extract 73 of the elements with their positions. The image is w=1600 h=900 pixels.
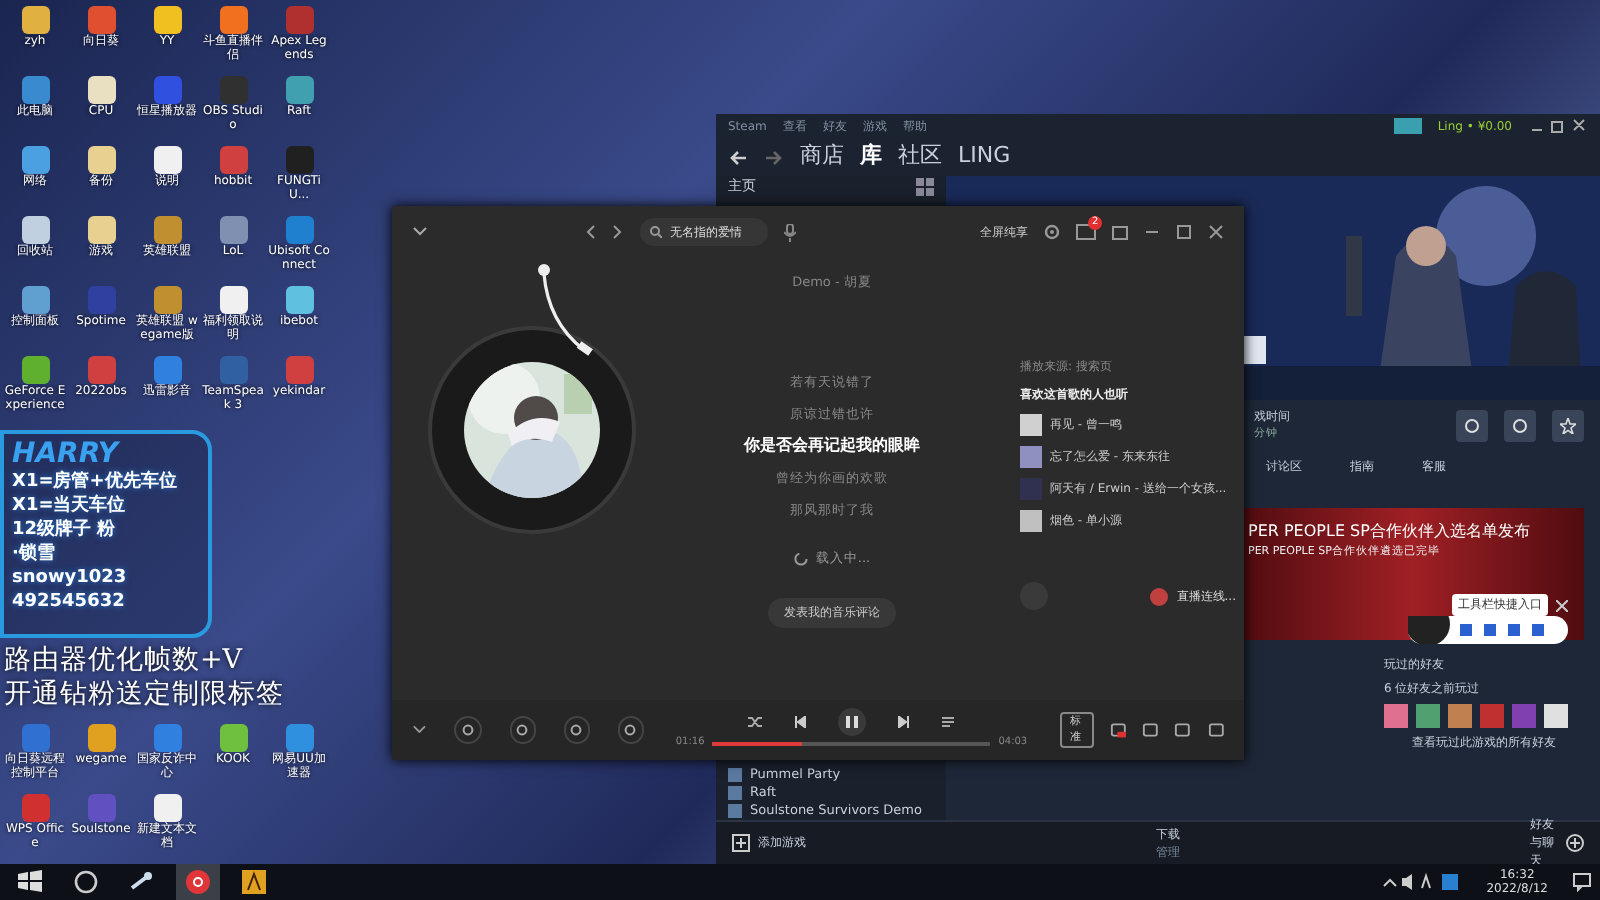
previous-icon[interactable] xyxy=(794,716,807,729)
download-button[interactable] xyxy=(509,716,536,744)
notification-button[interactable] xyxy=(1393,118,1422,134)
avatar-icon xyxy=(1150,587,1169,605)
desktop-icon[interactable] xyxy=(21,6,49,34)
news-title: PER PEOPLE SP合作伙伴入选名单发布 xyxy=(1248,520,1530,545)
desktop-icon[interactable] xyxy=(87,146,115,174)
desktop-icon[interactable] xyxy=(153,6,181,34)
promo-banner-text: 开通钻粉送定制限标签 xyxy=(4,678,284,712)
friend-avatar[interactable] xyxy=(1384,704,1408,729)
settings-button[interactable] xyxy=(1456,409,1488,442)
desktop-icon[interactable] xyxy=(153,146,181,174)
desktop-icon[interactable] xyxy=(87,216,115,244)
shuffle-icon[interactable] xyxy=(748,716,763,729)
promo-line: 12级牌子 粉 xyxy=(12,518,118,542)
settings-icon xyxy=(1464,417,1480,434)
desktop-icon[interactable] xyxy=(87,76,115,104)
friend-avatar[interactable] xyxy=(1416,704,1440,729)
share-button[interactable] xyxy=(563,716,590,744)
star-button[interactable] xyxy=(1552,409,1584,442)
collapse-icon[interactable] xyxy=(412,724,427,736)
promo-title: HARRY xyxy=(12,438,122,470)
toolbar-icons-drawing[interactable] xyxy=(1408,616,1568,644)
promo-line: X1=当天车位 xyxy=(12,494,128,518)
window-controls-icon[interactable] xyxy=(1528,118,1588,134)
windows-logo-icon xyxy=(12,866,48,898)
promo-line: snowy1023 xyxy=(12,566,129,590)
live-icon[interactable] xyxy=(1109,722,1127,738)
game-app-icon xyxy=(236,866,272,898)
grid-view-icon[interactable] xyxy=(916,177,934,196)
nav-tab[interactable]: 库 xyxy=(860,140,882,174)
promo-line: 492545632 xyxy=(12,590,127,614)
pause-button[interactable] xyxy=(838,708,867,737)
settings-icon[interactable] xyxy=(1044,224,1060,240)
nav-tab[interactable]: 社区 xyxy=(898,140,942,174)
forward-icon[interactable] xyxy=(612,224,624,240)
loading-icon xyxy=(793,552,808,567)
promo-banner-text: 路由器优化帧数+V xyxy=(4,644,245,678)
desktop-icon[interactable] xyxy=(219,286,247,314)
forward-icon[interactable] xyxy=(764,147,784,167)
next-icon[interactable] xyxy=(898,716,911,729)
music-app-icon xyxy=(180,866,216,898)
desktop-icon[interactable] xyxy=(219,6,247,34)
desktop-icon[interactable] xyxy=(21,286,49,314)
friend-avatar[interactable] xyxy=(1448,704,1472,729)
add-icon[interactable] xyxy=(1566,834,1584,852)
star-icon xyxy=(1560,417,1576,434)
promo-line: X1=房管+优先车位 xyxy=(12,470,179,494)
taskbar-app[interactable] xyxy=(176,864,220,900)
desktop-icon[interactable] xyxy=(21,146,49,174)
close-icon[interactable] xyxy=(1208,224,1224,240)
notification-icon[interactable] xyxy=(1572,872,1592,892)
microphone-icon[interactable] xyxy=(784,223,796,241)
tray-icons-drawing[interactable] xyxy=(1382,872,1463,892)
close-icon[interactable] xyxy=(1556,599,1568,611)
desktop-icon[interactable] xyxy=(21,216,49,244)
maximize-icon[interactable] xyxy=(1176,224,1192,240)
back-icon[interactable] xyxy=(584,224,596,240)
nav-tab[interactable]: LING xyxy=(958,140,1011,174)
desktop-icon[interactable] xyxy=(285,286,313,314)
comment-button[interactable] xyxy=(617,716,644,744)
lyrics-icon[interactable] xyxy=(942,716,955,729)
desktop-icon[interactable] xyxy=(153,794,181,822)
like-button[interactable] xyxy=(454,716,482,744)
add-icon[interactable] xyxy=(732,834,750,852)
promo-line: ·锁雪 xyxy=(12,542,57,566)
collapse-icon[interactable] xyxy=(412,226,428,238)
lyric-line: 你是否会再记起我的眼眸 xyxy=(744,434,920,458)
friend-avatar[interactable] xyxy=(1544,704,1568,729)
pause-icon xyxy=(846,716,859,729)
back-icon[interactable] xyxy=(728,147,748,167)
search-icon xyxy=(650,226,662,238)
nav-tab[interactable]: 商店 xyxy=(800,140,844,174)
